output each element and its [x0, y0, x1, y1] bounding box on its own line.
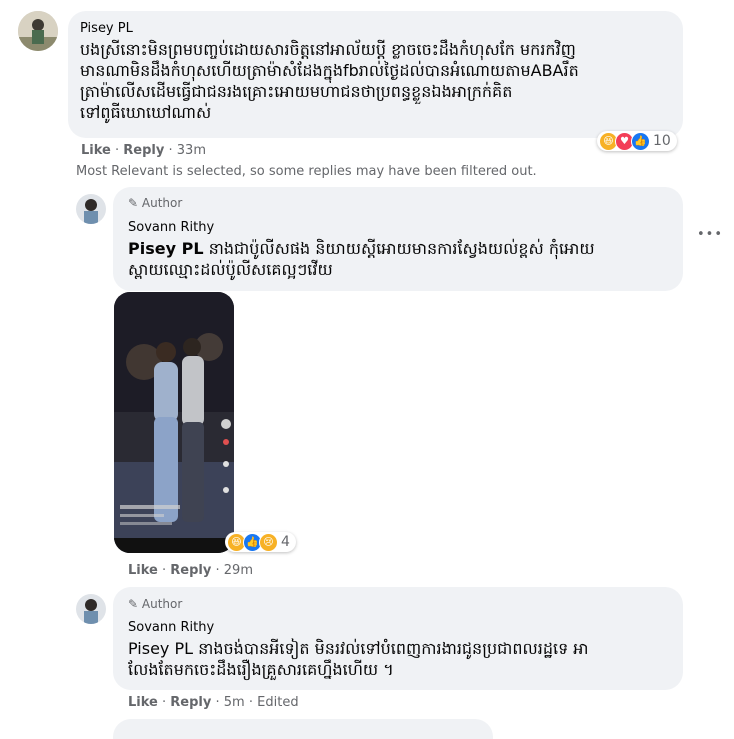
photo-image: [114, 292, 234, 553]
reply-author[interactable]: Sovann Rithy: [128, 620, 214, 635]
comment-line: បងស្រីនោះមិនព្រមបញ្ចប់ដោយសារចិត្តនៅអាល័យ…: [80, 40, 576, 59]
avatar-sovann[interactable]: [76, 194, 106, 224]
separator: ·: [215, 563, 220, 578]
timestamp[interactable]: 29m: [224, 563, 253, 578]
reaction-summary[interactable]: 😆 👍 😢 4: [225, 532, 296, 552]
separator: ·: [162, 563, 167, 578]
timestamp[interactable]: 5m: [224, 695, 245, 710]
reaction-count: 4: [281, 534, 290, 550]
avatar-image: [76, 194, 106, 224]
author-badge: ✎ Author: [128, 597, 182, 611]
comment-line: មានណាមិនដឹងកំហុសហើយត្រាម៉ាសំដែងក្នុងfbរា…: [80, 61, 579, 80]
author-badge: ✎ Author: [128, 196, 182, 210]
comment-actions: Like · Reply · 33m: [81, 143, 206, 158]
separator: ·: [248, 695, 253, 710]
reply-bubble: ✎ Author Sovann Rithy Pisey PL នាងចង់បាន…: [113, 587, 683, 690]
reaction-count: 10: [653, 133, 671, 149]
reaction-summary[interactable]: 😆 ♥ 👍 10: [597, 131, 677, 151]
separator: ·: [162, 695, 167, 710]
separator: ·: [168, 143, 173, 158]
avatar-image: [18, 11, 58, 51]
separator: ·: [115, 143, 120, 158]
reply-line: លែងតែមកចេះដឹងរឿងគ្រួសារគេហ្នឹងហើយ ។: [128, 660, 394, 679]
separator: ·: [215, 695, 220, 710]
comment-line: ទៅពូធីឃោឃៅណាស់: [80, 103, 212, 122]
reply-actions: Like · Reply · 29m: [128, 563, 253, 578]
comment-line: ត្រាម៉ាលើសដើមធ្វើជាជនរងគ្រោះអោយមហាជនថាប្…: [80, 82, 513, 101]
badge-label: Author: [141, 196, 183, 210]
sad-icon: 😢: [259, 532, 278, 552]
reply-text: Pisey PL នាងចង់បានអីទៀត មិនរវល់ទៅបំពេញកា…: [128, 638, 678, 680]
reply-button[interactable]: Reply: [123, 143, 164, 158]
avatar-pisey[interactable]: [18, 11, 58, 51]
comment-bubble: Pisey PL បងស្រីនោះមិនព្រមបញ្ចប់ដោយសារចិត…: [68, 11, 683, 138]
pencil-icon: ✎: [128, 597, 139, 611]
pencil-icon: ✎: [128, 196, 139, 210]
reply-line-text: នាងចង់បានអីទៀត មិនរវល់ទៅបំពេញការងារជូនប្…: [193, 639, 589, 658]
reply-line: ស្ពាយឈ្មោះដល់ប៉ូលីសគេល្អៗវើយ: [128, 260, 333, 279]
reply-button[interactable]: Reply: [170, 563, 211, 578]
reply-author[interactable]: Sovann Rithy: [128, 220, 214, 235]
badge-label: Author: [141, 597, 183, 611]
timestamp[interactable]: 33m: [177, 143, 206, 158]
edited-label: Edited: [257, 695, 299, 710]
reply-button[interactable]: Reply: [170, 695, 211, 710]
comment-text: បងស្រីនោះមិនព្រមបញ្ចប់ដោយសារចិត្តនៅអាល័យ…: [80, 39, 680, 123]
like-button[interactable]: Like: [128, 695, 158, 710]
more-options-button[interactable]: •••: [697, 227, 723, 242]
mention-link[interactable]: Pisey PL: [128, 239, 204, 258]
like-icon: 👍: [631, 131, 650, 151]
reply-line: Pisey PL នាងជាប៉ូលីសផង និយាយស្តីអោយមានកា…: [128, 238, 678, 259]
next-bubble: [113, 719, 493, 739]
like-button[interactable]: Like: [128, 563, 158, 578]
mention-link[interactable]: Pisey PL: [128, 639, 193, 658]
filter-notice: Most Relevant is selected, so some repli…: [76, 164, 537, 179]
reply-actions: Like · Reply · 5m · Edited: [128, 695, 299, 710]
reply-line: Pisey PL នាងចង់បានអីទៀត មិនរវល់ទៅបំពេញកា…: [128, 638, 678, 659]
reply-line-text: នាងជាប៉ូលីសផង និយាយស្តីអោយមានការស្វែងយល់…: [203, 239, 595, 258]
comment-author[interactable]: Pisey PL: [80, 21, 133, 36]
reply-text: Pisey PL នាងជាប៉ូលីសផង និយាយស្តីអោយមានកា…: [128, 238, 678, 280]
avatar-image: [76, 594, 106, 624]
like-button[interactable]: Like: [81, 143, 111, 158]
avatar-sovann[interactable]: [76, 594, 106, 624]
attached-photo[interactable]: [114, 292, 234, 553]
reply-bubble: ✎ Author Sovann Rithy Pisey PL នាងជាប៉ូល…: [113, 187, 683, 291]
